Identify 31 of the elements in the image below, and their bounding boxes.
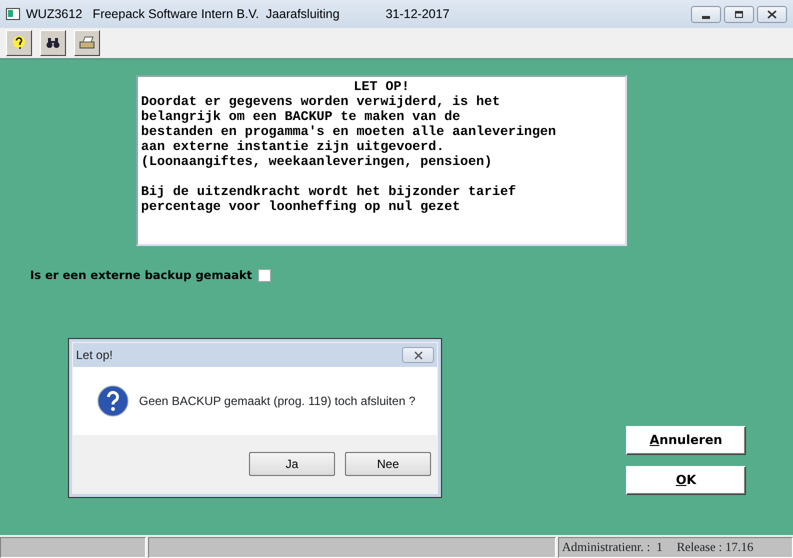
admin-number: Administratienr. : 1 (562, 539, 663, 556)
binoculars-icon (45, 35, 61, 51)
date-text: 31-12-2017 (386, 6, 450, 23)
ok-button[interactable]: OK (626, 466, 746, 495)
maximize-button[interactable] (724, 6, 754, 22)
yes-button[interactable]: Ja (249, 452, 335, 476)
help-button[interactable] (6, 30, 32, 56)
close-icon (766, 8, 778, 20)
close-button[interactable] (402, 347, 434, 363)
release-text: Release : 17.16 (676, 539, 754, 556)
cancel-button[interactable]: Annuleren (626, 426, 746, 455)
notice-paragraph: Bij de uitzendkracht wordt het bijzonder tarief percentage voor loonheffing op nul gezet (141, 184, 518, 214)
maximize-icon (733, 8, 745, 20)
printer-icon (79, 35, 95, 51)
notice-paragraph: Doordat er gegevens worden verwijderd, is het belangrijk om een BACKUP te maken van de bestanden en progamma's en moeten alle aanleveringen aan externe instantie zijn uitgevoerd. (Loonaangiftes, weekaanleveringen, pensioen) (141, 94, 557, 169)
minimize-button[interactable] (691, 6, 721, 22)
notice-heading: LET OP! (352, 79, 410, 94)
binoculars-button[interactable] (40, 30, 66, 56)
question-label: Is er een externe backup gemaakt (30, 267, 252, 284)
dialog-message: Geen BACKUP gemaakt (prog. 119) toch afsluiten ? (139, 393, 416, 410)
minimize-icon (702, 16, 710, 18)
close-button[interactable] (757, 6, 787, 22)
dialog-title: Let op! (76, 347, 113, 364)
window-title: WUZ3612 Freepack Software Intern B.V. Jaarafsluiting (26, 6, 340, 23)
app-icon (6, 8, 20, 20)
printer-button[interactable] (74, 30, 100, 56)
no-button[interactable]: Nee (345, 452, 431, 476)
help-icon (11, 35, 27, 51)
close-icon (412, 350, 424, 360)
question-icon (97, 385, 129, 417)
backup-checkbox[interactable] (258, 269, 272, 282)
